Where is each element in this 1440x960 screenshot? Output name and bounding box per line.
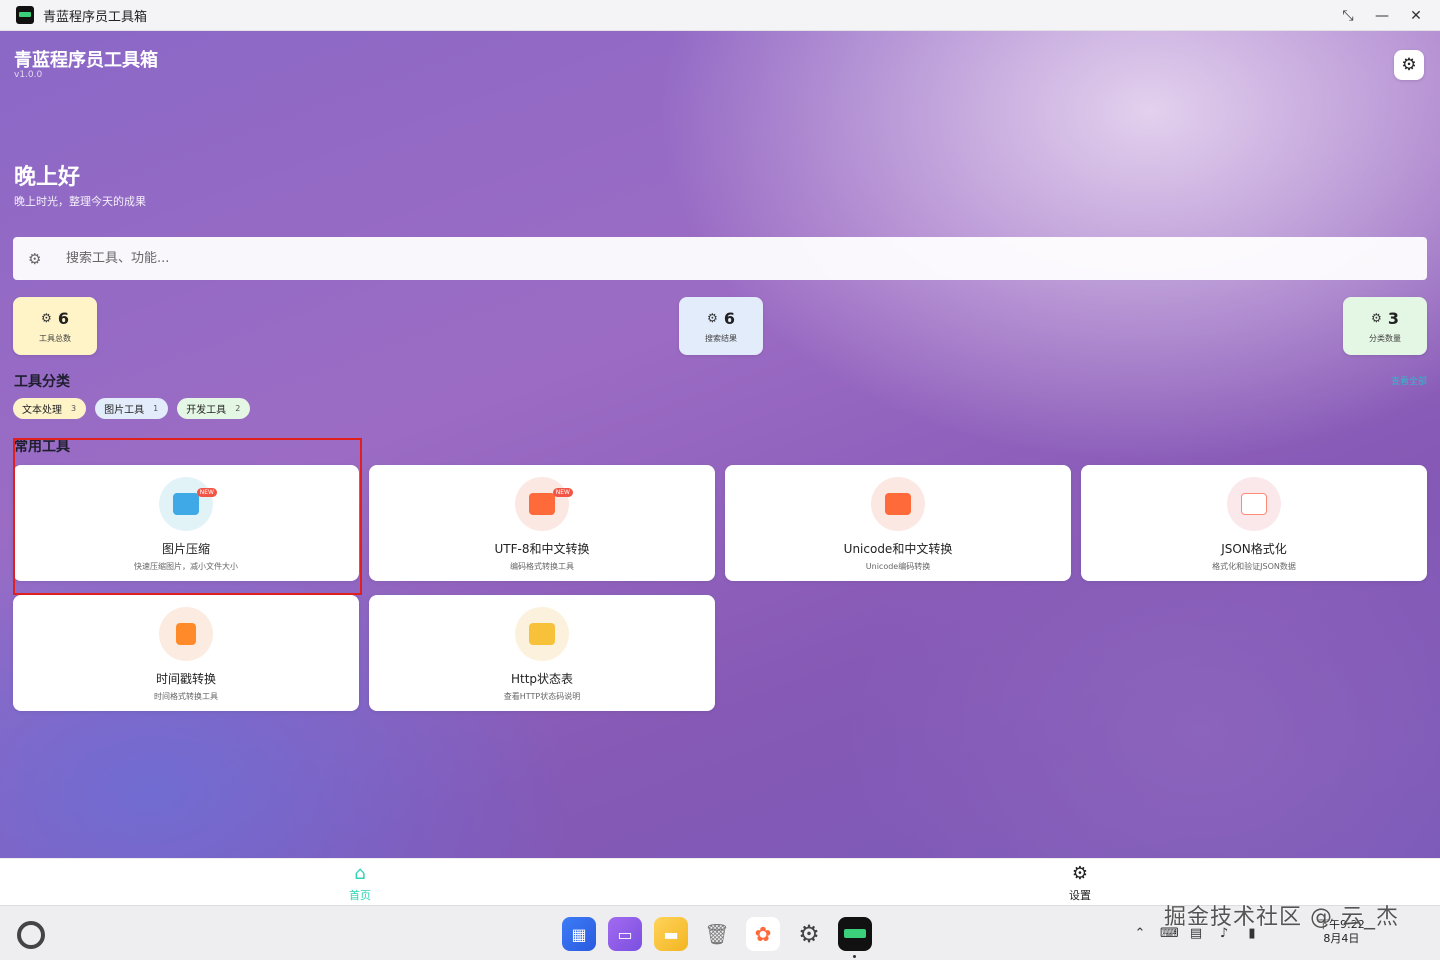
chip-label: 文本处理 — [22, 405, 62, 416]
gear-icon: ⚙ — [28, 249, 42, 268]
search-input[interactable] — [66, 251, 1366, 266]
gear-icon: ⚙ — [707, 311, 718, 325]
nav-settings-label: 设置 — [1069, 889, 1091, 902]
toolbox-app-icon[interactable] — [838, 917, 872, 958]
app-grid-icon[interactable]: ▦ — [562, 917, 596, 951]
gear-icon: ⚙ — [1401, 55, 1417, 75]
window-controls: ⤡ — ✕ — [1336, 0, 1428, 31]
chip-label: 开发工具 — [186, 405, 227, 416]
nav-settings[interactable]: ⚙ 设置 — [1040, 863, 1120, 903]
tool-name: Http状态表 — [510, 672, 574, 686]
tool-desc: 格式化和验证JSON数据 — [1212, 562, 1296, 571]
stat-search-results: ⚙ 6 搜索结果 — [679, 297, 763, 355]
photos-icon[interactable]: ✿ — [746, 917, 780, 951]
launcher-icon[interactable] — [17, 921, 45, 949]
category-chip-dev[interactable]: 开发工具 2 — [177, 398, 251, 419]
image-icon: NEW — [159, 477, 217, 531]
restore-icon[interactable]: ⤡ — [1336, 4, 1360, 28]
gear-icon: ⚙ — [1071, 863, 1089, 884]
stat-category-count: ⚙ 3 分类数量 — [1343, 297, 1427, 355]
chip-count: 1 — [153, 404, 159, 413]
trash-icon[interactable]: 🗑 — [700, 917, 734, 951]
tool-desc: 快速压缩图片，减小文件大小 — [134, 562, 238, 571]
edit-document-icon — [159, 607, 213, 661]
app-version: v1.0.0 — [14, 70, 43, 80]
tool-card-http-status[interactable]: Http状态表 查看HTTP状态码说明 — [369, 595, 715, 711]
clock-date: 8月4日 — [1323, 932, 1360, 945]
tool-name: Unicode和中文转换 — [843, 542, 953, 556]
tool-name: 时间戳转换 — [155, 672, 216, 686]
tool-desc: 编码格式转换工具 — [510, 562, 574, 571]
gear-icon: ⚙ — [41, 311, 52, 325]
multitask-icon[interactable]: ▭ — [608, 917, 642, 951]
tool-name: JSON格式化 — [1221, 542, 1287, 556]
convert-icon — [871, 477, 925, 531]
system-settings-icon[interactable]: ⚙ — [792, 917, 826, 951]
new-badge: NEW — [552, 488, 573, 497]
app-logo-icon — [16, 6, 34, 24]
app-title: 青蓝程序员工具箱 — [14, 50, 158, 71]
nav-home-label: 首页 — [349, 889, 371, 902]
window-titlebar: 青蓝程序员工具箱 ⤡ — ✕ — [0, 0, 1440, 31]
category-chip-image[interactable]: 图片工具 1 — [95, 398, 169, 419]
tool-card-utf8[interactable]: NEW UTF-8和中文转换 编码格式转换工具 — [369, 465, 715, 581]
folder-icon[interactable]: ▬ — [654, 917, 688, 951]
search-bar[interactable]: ⚙ — [13, 237, 1427, 280]
watermark: 掘金技术社区 @ 云_杰 — [1164, 905, 1399, 930]
main-content: 青蓝程序员工具箱 v1.0.0 ⚙ 晚上好 晚上时光，整理今天的成果 ⚙ ⚙ 6… — [0, 31, 1440, 858]
tool-desc: 查看HTTP状态码说明 — [503, 692, 581, 701]
minimize-icon[interactable]: — — [1370, 4, 1394, 28]
greeting-subtitle: 晚上时光，整理今天的成果 — [14, 195, 146, 208]
close-icon[interactable]: ✕ — [1404, 4, 1428, 28]
view-all-link[interactable]: 查看全部 — [1391, 374, 1427, 387]
dock: ▦ ▭ ▬ 🗑 ✿ ⚙ — [562, 917, 872, 958]
stat-value: 6 — [723, 308, 735, 328]
stat-label: 工具总数 — [39, 333, 71, 343]
chip-label: 图片工具 — [104, 405, 145, 416]
tool-desc: Unicode编码转换 — [865, 562, 931, 571]
tool-card-json[interactable]: JSON格式化 格式化和验证JSON数据 — [1081, 465, 1427, 581]
chevron-up-icon[interactable]: ⌃ — [1132, 926, 1148, 941]
nav-home[interactable]: ⌂ 首页 — [320, 863, 400, 903]
categories-title: 工具分类 — [14, 374, 70, 390]
json-file-icon — [1227, 477, 1281, 531]
bottom-nav: ⌂ 首页 ⚙ 设置 — [0, 858, 1440, 905]
tool-card-unicode[interactable]: Unicode和中文转换 Unicode编码转换 — [725, 465, 1071, 581]
stat-value: 6 — [57, 308, 69, 328]
tool-card-image-compress[interactable]: NEW 图片压缩 快速压缩图片，减小文件大小 — [13, 465, 359, 581]
tool-desc: 时间格式转换工具 — [154, 692, 218, 701]
gear-icon: ⚙ — [1371, 311, 1382, 325]
category-chip-text[interactable]: 文本处理 3 — [13, 398, 87, 419]
home-icon: ⌂ — [354, 863, 366, 884]
convert-icon: NEW — [515, 477, 573, 531]
stat-value: 3 — [1387, 308, 1399, 328]
new-badge: NEW — [196, 488, 217, 497]
html-icon — [515, 607, 569, 661]
common-tools-title: 常用工具 — [14, 439, 70, 455]
greeting-title: 晚上好 — [14, 165, 81, 190]
settings-button[interactable]: ⚙ — [1394, 50, 1424, 80]
stat-label: 搜索结果 — [705, 333, 737, 343]
chip-count: 2 — [235, 404, 241, 413]
tool-name: UTF-8和中文转换 — [494, 542, 590, 556]
stat-tool-total: ⚙ 6 工具总数 — [13, 297, 97, 355]
window-title: 青蓝程序员工具箱 — [43, 9, 148, 25]
tool-card-timestamp[interactable]: 时间戳转换 时间格式转换工具 — [13, 595, 359, 711]
chip-count: 3 — [71, 404, 77, 413]
stat-label: 分类数量 — [1369, 333, 1401, 343]
tool-name: 图片压缩 — [161, 542, 210, 556]
category-chips: 文本处理 3 图片工具 1 开发工具 2 — [13, 398, 251, 419]
